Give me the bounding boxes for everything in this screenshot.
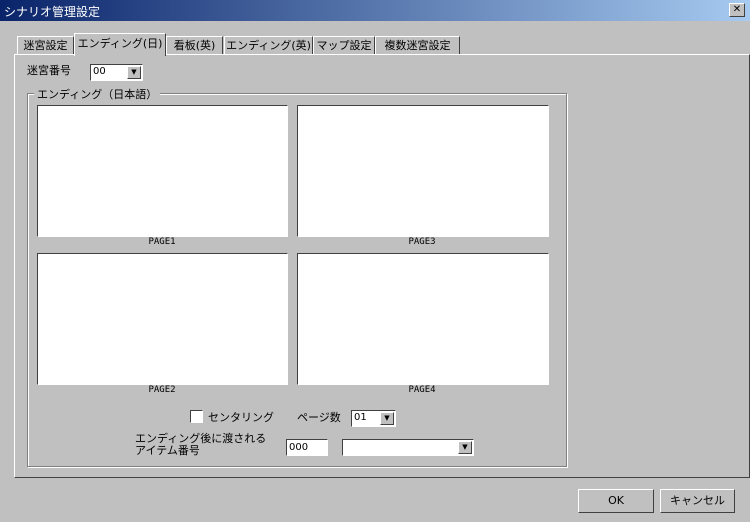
- chevron-down-icon: ▼: [458, 441, 472, 454]
- maze-number-select[interactable]: 00 ▼: [90, 64, 143, 81]
- page4-label: PAGE4: [408, 385, 436, 395]
- page1-text-area[interactable]: [37, 105, 288, 237]
- centering-label: センタリング: [208, 411, 274, 424]
- ending-jp-legend: エンディング（日本語）: [34, 86, 161, 102]
- page3-text-area[interactable]: [297, 105, 549, 237]
- tab-ending-en[interactable]: エンディング(英): [224, 36, 313, 55]
- page2-label: PAGE2: [148, 385, 176, 395]
- centering-checkbox[interactable]: [190, 410, 203, 423]
- maze-number-label: 迷宮番号: [27, 64, 71, 77]
- page2-text-area[interactable]: [37, 253, 288, 385]
- page3-label: PAGE3: [408, 237, 436, 247]
- item-number-label: エンディング後に渡される アイテム番号: [135, 432, 267, 457]
- chevron-down-icon: ▼: [127, 66, 141, 79]
- tab-signboard-en[interactable]: 看板(英): [166, 36, 223, 55]
- window-title: シナリオ管理設定: [4, 5, 101, 19]
- title-bar: [0, 0, 750, 21]
- page-count-select[interactable]: 01 ▼: [351, 410, 396, 427]
- tab-ending-jp[interactable]: エンディング(日): [74, 33, 166, 56]
- item-name-select[interactable]: ▼: [342, 439, 474, 456]
- chevron-down-icon: ▼: [380, 412, 394, 425]
- tab-multi-maze-settings[interactable]: 複数迷宮設定: [375, 36, 460, 55]
- ok-button[interactable]: OK: [578, 489, 654, 513]
- page-count-label: ページ数: [297, 411, 341, 424]
- page1-label: PAGE1: [148, 237, 176, 247]
- tab-maze-settings[interactable]: 迷宮設定: [17, 36, 74, 55]
- close-icon: ✕: [732, 4, 742, 15]
- tab-map-settings[interactable]: マップ設定: [313, 36, 375, 55]
- close-button[interactable]: ✕: [729, 3, 745, 17]
- cancel-button[interactable]: キャンセル: [660, 489, 735, 513]
- item-number-input[interactable]: 000: [286, 439, 328, 456]
- page4-text-area[interactable]: [297, 253, 549, 385]
